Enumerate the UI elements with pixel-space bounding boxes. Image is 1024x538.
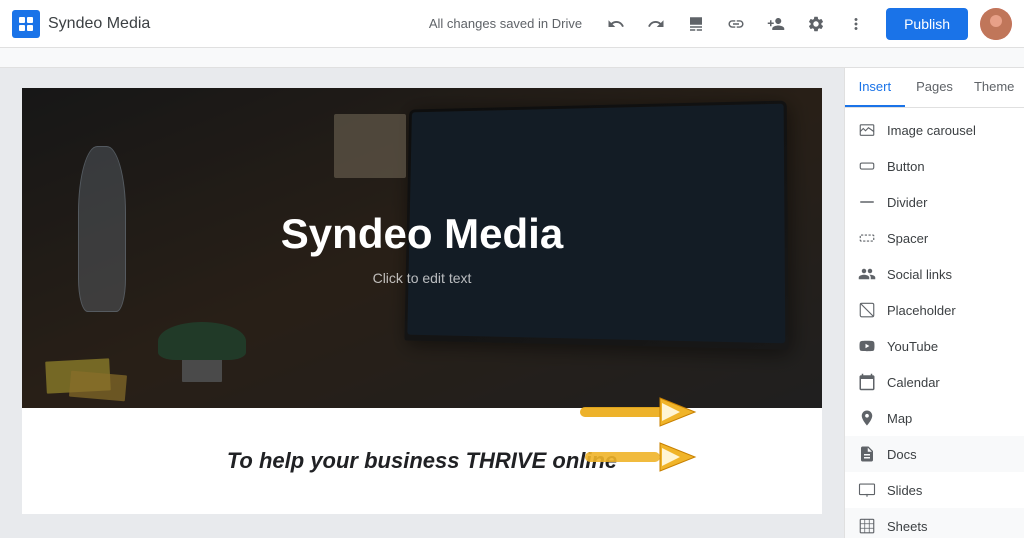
sub-section[interactable]: To help your business THRIVE online (22, 408, 822, 514)
insert-sheets[interactable]: Sheets (845, 508, 1024, 538)
button-label: Button (887, 159, 925, 174)
slides-label: Slides (887, 483, 922, 498)
tab-theme[interactable]: Theme (964, 68, 1024, 107)
slides-icon (857, 480, 877, 500)
social-links-icon (857, 264, 877, 284)
app-header: Syndeo Media All changes saved in Drive (0, 0, 1024, 48)
calendar-icon (857, 372, 877, 392)
settings-button[interactable] (798, 6, 834, 42)
insert-spacer[interactable]: Spacer (845, 220, 1024, 256)
insert-youtube[interactable]: YouTube (845, 328, 1024, 364)
right-panel: Insert Pages Theme Image carousel Button (844, 68, 1024, 538)
map-icon (857, 408, 877, 428)
hero-section[interactable]: Syndeo Media Click to edit text (22, 88, 822, 408)
placeholder-icon (857, 300, 877, 320)
ruler (0, 48, 1024, 68)
panel-tabs: Insert Pages Theme (845, 68, 1024, 108)
avatar[interactable] (980, 8, 1012, 40)
youtube-icon (857, 336, 877, 356)
logo-icon (12, 10, 40, 38)
youtube-label: YouTube (887, 339, 938, 354)
map-label: Map (887, 411, 912, 426)
panel-items-list: Image carousel Button Divider (845, 108, 1024, 538)
preview-button[interactable] (678, 6, 714, 42)
app-logo: Syndeo Media (12, 10, 150, 38)
tab-pages[interactable]: Pages (905, 68, 965, 107)
publish-button[interactable]: Publish (886, 8, 968, 40)
canvas-area[interactable]: Syndeo Media Click to edit text To help … (0, 68, 844, 538)
header-toolbar: Publish (598, 6, 1012, 42)
insert-button[interactable]: Button (845, 148, 1024, 184)
main-layout: Syndeo Media Click to edit text To help … (0, 68, 1024, 538)
sheets-icon (857, 516, 877, 536)
hero-title[interactable]: Syndeo Media (281, 210, 563, 258)
hero-edit-hint[interactable]: Click to edit text (373, 270, 472, 286)
link-button[interactable] (718, 6, 754, 42)
spacer-label: Spacer (887, 231, 928, 246)
insert-calendar[interactable]: Calendar (845, 364, 1024, 400)
calendar-label: Calendar (887, 375, 940, 390)
social-links-label: Social links (887, 267, 952, 282)
docs-label: Docs (887, 447, 917, 462)
sub-title: To help your business THRIVE online (42, 448, 802, 474)
save-status: All changes saved in Drive (429, 16, 582, 31)
tab-insert[interactable]: Insert (845, 68, 905, 107)
placeholder-label: Placeholder (887, 303, 956, 318)
button-icon (857, 156, 877, 176)
redo-button[interactable] (638, 6, 674, 42)
share-button[interactable] (758, 6, 794, 42)
image-carousel-label: Image carousel (887, 123, 976, 138)
insert-placeholder[interactable]: Placeholder (845, 292, 1024, 328)
hero-text-container[interactable]: Syndeo Media Click to edit text (22, 88, 822, 408)
insert-image-carousel[interactable]: Image carousel (845, 112, 1024, 148)
image-carousel-icon (857, 120, 877, 140)
insert-divider[interactable]: Divider (845, 184, 1024, 220)
docs-icon (857, 444, 877, 464)
sub-text-static: To help your business THRIVE online (227, 448, 617, 473)
insert-docs[interactable]: Docs (845, 436, 1024, 472)
insert-map[interactable]: Map (845, 400, 1024, 436)
undo-button[interactable] (598, 6, 634, 42)
divider-label: Divider (887, 195, 927, 210)
insert-slides[interactable]: Slides (845, 472, 1024, 508)
page-content: Syndeo Media Click to edit text To help … (22, 88, 822, 514)
sheets-label: Sheets (887, 519, 927, 534)
spacer-icon (857, 228, 877, 248)
more-button[interactable] (838, 6, 874, 42)
divider-icon (857, 192, 877, 212)
site-title: Syndeo Media (48, 15, 150, 33)
insert-social-links[interactable]: Social links (845, 256, 1024, 292)
